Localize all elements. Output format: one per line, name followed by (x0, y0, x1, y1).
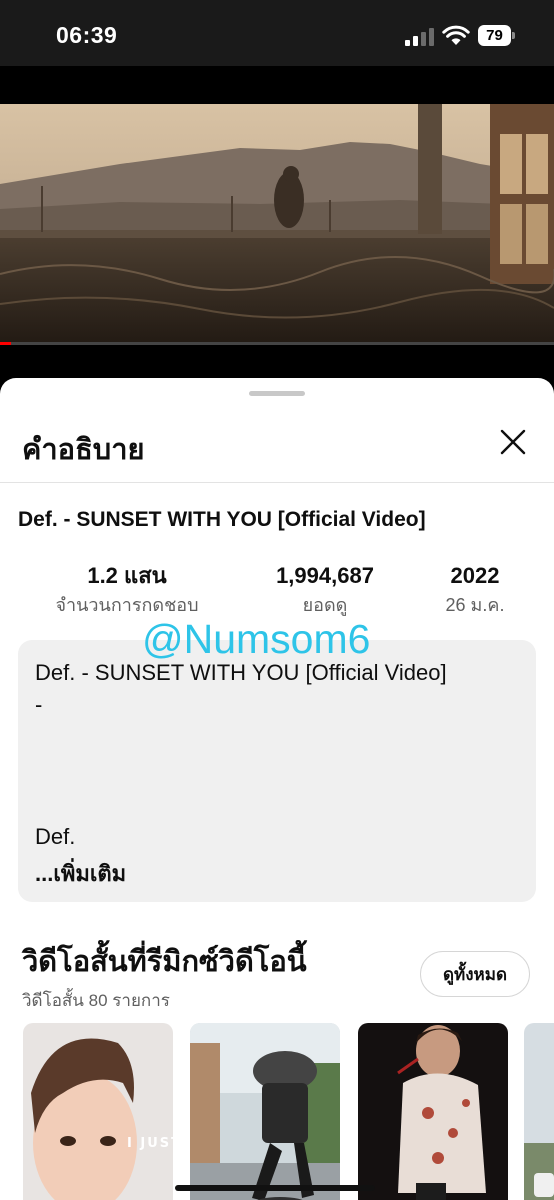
stat-date: 2022 26 ม.ค. (424, 562, 526, 620)
drag-handle[interactable] (249, 391, 305, 396)
short-thumbnail-image (190, 1023, 340, 1200)
description-line: Def. (35, 824, 76, 849)
video-frame[interactable] (0, 104, 554, 342)
divider (0, 482, 554, 483)
description-box[interactable]: Def. - SUNSET WITH YOU [Official Video] … (18, 640, 536, 902)
video-progress-fill (0, 342, 12, 345)
video-progress-bar[interactable] (0, 342, 554, 345)
close-icon[interactable] (495, 424, 531, 460)
video-still-image (0, 104, 554, 342)
short-thumbnail-image: I JUST S (23, 1023, 173, 1200)
short-thumbnail[interactable]: I JUST S (23, 1023, 173, 1200)
shorts-section-title: วิดีโอสั้นที่รีมิกซ์วิดีโอนี้ (22, 946, 307, 978)
stat-views: 1,994,687 ยอดดู (252, 562, 398, 620)
video-player[interactable] (0, 66, 554, 384)
watermark-text: @Numsom6 (142, 616, 371, 662)
battery-level: 79 (478, 25, 511, 46)
status-bar: 06:39 79 (0, 0, 554, 66)
publish-date: 26 ม.ค. (445, 595, 505, 615)
show-more-link[interactable]: ...เพิ่มเติม (35, 856, 126, 891)
short-thumbnail[interactable] (524, 1023, 554, 1200)
video-title: Def. - SUNSET WITH YOU [Official Video] (18, 508, 426, 531)
stat-likes: 1.2 แสน จำนวนการกดชอบ (40, 562, 214, 620)
description-sheet: คำอธิบาย Def. - SUNSET WITH YOU [Officia… (0, 378, 554, 1200)
short-thumbnail[interactable] (358, 1023, 508, 1200)
home-indicator[interactable] (175, 1185, 375, 1191)
publish-year: 2022 (450, 563, 500, 588)
short-thumbnail[interactable] (190, 1023, 340, 1200)
short-thumbnail-image (358, 1023, 508, 1200)
short-caption: I JUST S (127, 1136, 173, 1151)
sheet-title: คำอธิบาย (22, 434, 145, 466)
views-count: 1,994,687 (276, 563, 374, 588)
short-thumbnail-image (524, 1023, 554, 1200)
description-line: - (35, 692, 43, 717)
likes-count: 1.2 แสน (87, 563, 167, 588)
battery-icon: 79 (478, 25, 516, 46)
wifi-icon (442, 25, 470, 45)
shorts-count: วิดีโอสั้น 80 รายการ (22, 991, 170, 1010)
description-line: Def. - SUNSET WITH YOU [Official Video] (35, 660, 447, 685)
view-all-button[interactable]: ดูทั้งหมด (420, 951, 530, 997)
status-time: 06:39 (56, 22, 118, 48)
signal-icon (405, 28, 435, 46)
